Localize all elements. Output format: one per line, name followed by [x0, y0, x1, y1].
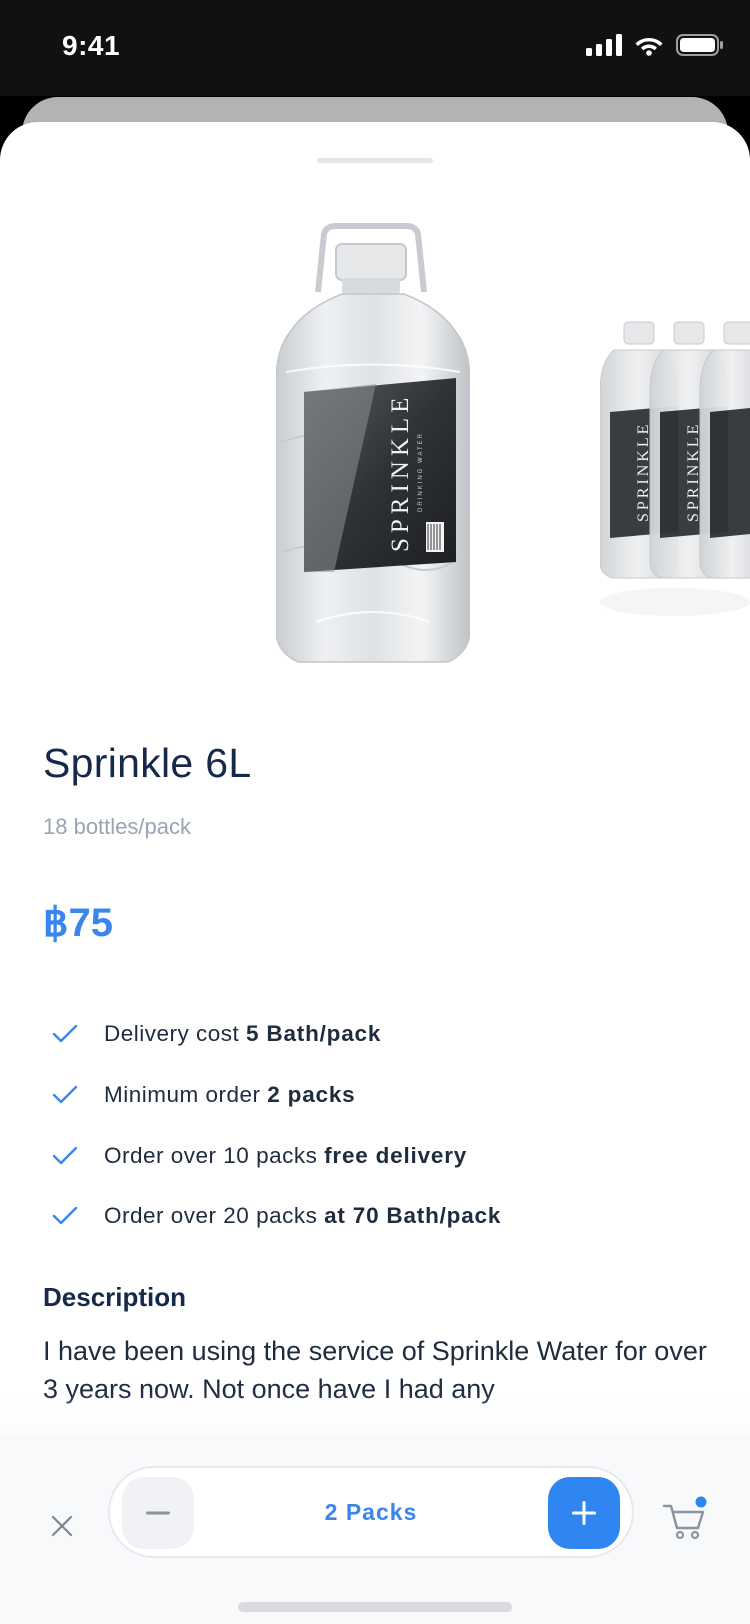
decrease-quantity-button[interactable]	[122, 1477, 194, 1549]
product-pack-size: 18 bottles/pack	[43, 814, 191, 839]
close-button[interactable]	[44, 1508, 80, 1544]
cart-badge	[695, 1496, 707, 1508]
home-indicator	[238, 1602, 512, 1612]
product-title: Sprinkle 6L	[43, 740, 252, 786]
feature-list: Delivery cost 5 Bath/pack Minimum order …	[0, 1004, 750, 1247]
minus-icon	[146, 1511, 170, 1515]
feature-text: Order over 10 packs free delivery	[104, 1143, 467, 1169]
check-icon	[52, 1207, 78, 1225]
product-image[interactable]: SPRINKLE DRINKING WATER	[276, 222, 470, 672]
feature-prefix: Minimum order	[104, 1082, 268, 1108]
product-sheet: SPRINKLE DRINKING WATER SPRINKLE SPRINKL…	[0, 122, 750, 1624]
feature-highlight: 5 Bath/pack	[246, 1021, 382, 1047]
description-heading: Description	[43, 1282, 187, 1312]
wifi-icon	[635, 38, 663, 56]
feature-text: Order over 20 packs at 70 Bath/pack	[104, 1203, 501, 1229]
check-icon	[52, 1025, 78, 1043]
next-product-image[interactable]: SPRINKLE SPRINKLE	[600, 312, 750, 672]
check-icon	[52, 1085, 78, 1104]
feature-prefix: Order over 10 packs	[104, 1142, 325, 1168]
feature-item: Order over 10 packs free delivery	[0, 1125, 750, 1186]
close-icon	[51, 1515, 73, 1537]
plus-icon	[572, 1501, 596, 1525]
battery-icon	[676, 34, 723, 56]
bottle-tagline-text: DRINKING WATER	[418, 432, 424, 512]
feature-text: Minimum order 2 packs	[104, 1082, 355, 1108]
feature-text: Delivery cost 5 Bath/pack	[104, 1021, 381, 1047]
cart-bar: 2 Packs	[0, 1434, 750, 1624]
feature-item: Delivery cost 5 Bath/pack	[0, 1004, 750, 1065]
feature-prefix: Delivery cost	[104, 1021, 247, 1047]
sheet-grabber[interactable]	[317, 158, 433, 163]
bottle-brand-text: SPRINKLE	[387, 393, 414, 552]
status-bar: 9:41	[0, 0, 750, 96]
status-icons	[586, 34, 724, 56]
feature-highlight: at 70 Bath/pack	[324, 1203, 502, 1229]
cart-icon	[662, 1496, 707, 1540]
increase-quantity-button[interactable]	[548, 1477, 620, 1549]
status-time: 9:41	[62, 30, 121, 61]
feature-highlight: 2 packs	[267, 1082, 356, 1108]
feature-prefix: Order over 20 packs	[104, 1203, 325, 1229]
next-bottle-brand-text-2: SPRINKLE	[685, 422, 702, 522]
signal-icon	[586, 34, 622, 56]
check-icon	[52, 1146, 78, 1164]
feature-highlight: free delivery	[324, 1142, 468, 1168]
cart-button[interactable]	[660, 1494, 710, 1544]
product-price: ฿75	[43, 901, 113, 945]
next-bottle-brand-text: SPRINKLE	[635, 422, 652, 522]
feature-item: Order over 20 packs at 70 Bath/pack	[0, 1186, 750, 1247]
feature-item: Minimum order 2 packs	[0, 1065, 750, 1126]
quantity-stepper[interactable]: 2 Packs	[108, 1466, 634, 1558]
